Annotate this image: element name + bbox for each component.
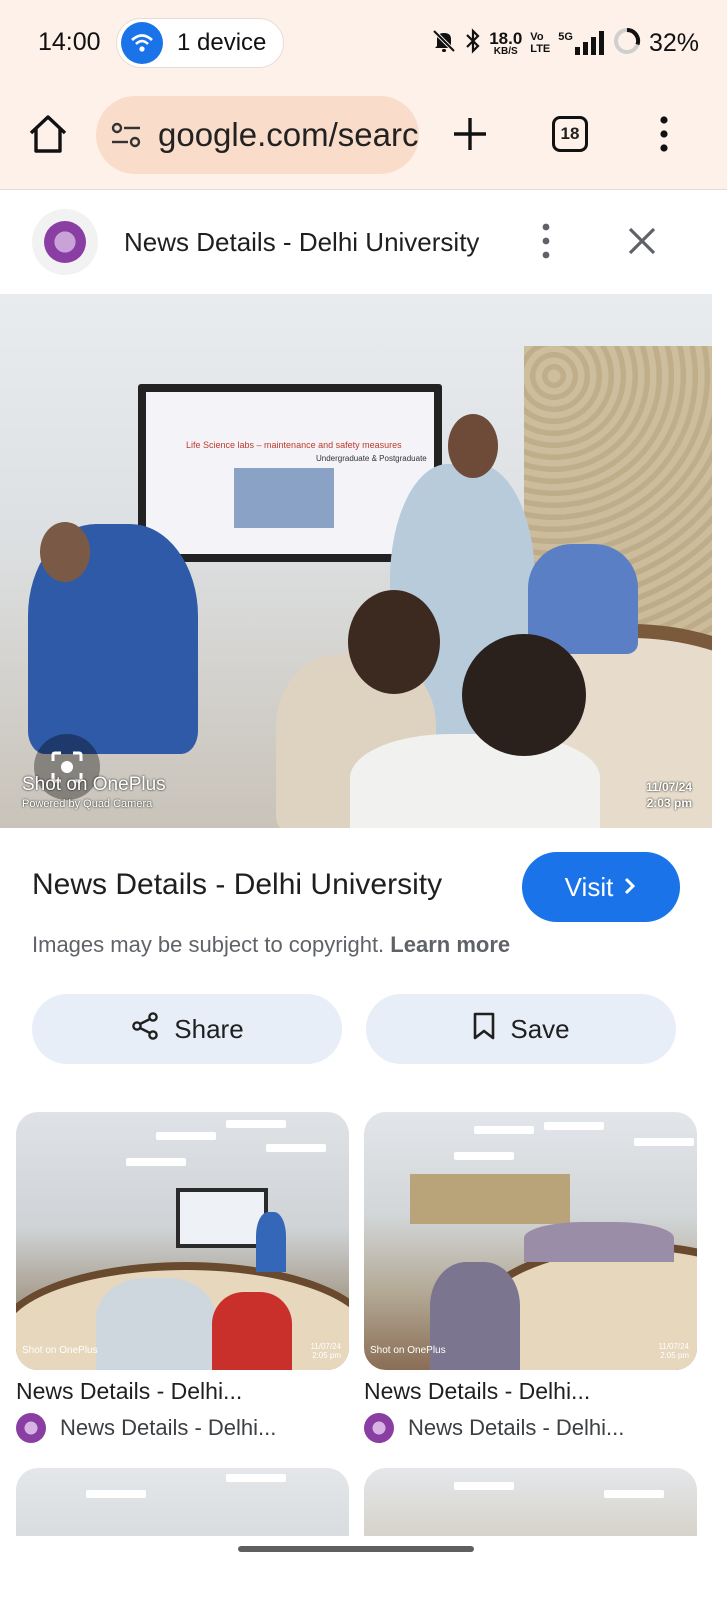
share-label: Share <box>174 1013 244 1044</box>
wifi-icon <box>121 22 163 64</box>
thumb-timestamp: 11/07/24 2:05 pm <box>310 1342 341 1360</box>
visit-button[interactable]: Visit <box>522 852 680 922</box>
share-button[interactable]: Share <box>32 994 342 1064</box>
gesture-nav-handle[interactable] <box>238 1546 474 1552</box>
tab-switcher-button[interactable]: 18 <box>552 116 588 152</box>
related-image-4[interactable] <box>364 1468 697 1538</box>
slide-photo <box>234 468 334 528</box>
related-source-1[interactable]: News Details - Delhi... <box>16 1412 276 1444</box>
status-icons: 18.0 KB/S Vo LTE 5G 32% <box>431 20 699 66</box>
photo-timestamp: 11/07/24 2:03 pm <box>645 780 692 810</box>
learn-more-link[interactable]: Learn more <box>390 932 510 957</box>
more-options-icon[interactable] <box>534 221 558 261</box>
site-favicon <box>16 1413 46 1443</box>
camera-watermark: Shot on OnePlus Powered by Quad Camera <box>22 774 166 810</box>
related-source-2[interactable]: News Details - Delhi... <box>364 1412 624 1444</box>
copyright-notice: Images may be subject to copyright. Lear… <box>32 932 511 957</box>
device-count-label: 1 device <box>177 29 267 56</box>
person-foreground-2-head <box>462 634 586 756</box>
save-button[interactable]: Save <box>366 994 676 1064</box>
volte-indicator: Vo LTE <box>530 30 551 55</box>
connected-device-pill[interactable]: 1 device <box>116 18 284 68</box>
thumb-screen <box>176 1188 268 1248</box>
page-title[interactable]: News Details - Delhi University <box>124 227 484 258</box>
site-settings-icon[interactable] <box>110 120 142 150</box>
related-source-label: News Details - Delhi... <box>408 1415 625 1440</box>
signal-5g-icon: 5G <box>558 31 605 55</box>
thumb-watermark: Shot on OnePlus <box>22 1345 98 1356</box>
related-image-1[interactable]: Shot on OnePlus 11/07/24 2:05 pm <box>16 1112 349 1370</box>
thumb-person <box>524 1222 674 1262</box>
related-title-1[interactable]: News Details - Delhi... <box>16 1378 242 1405</box>
site-favicon <box>364 1413 394 1443</box>
related-image-2[interactable]: Shot on OnePlus 11/07/24 2:05 pm <box>364 1112 697 1370</box>
image-viewer-header: News Details - Delhi University <box>0 191 727 294</box>
person-foreground-1-head <box>348 590 440 694</box>
related-title-2[interactable]: News Details - Delhi... <box>364 1378 590 1405</box>
status-bar: 14:00 1 device 18.0 KB/S Vo LTE 5G 32% <box>0 0 727 88</box>
person-standing-head <box>448 414 498 478</box>
related-source-label: News Details - Delhi... <box>60 1415 277 1440</box>
status-time: 14:00 <box>38 28 101 56</box>
url-text: google.com/search <box>158 116 419 153</box>
battery-percent: 32% <box>648 28 699 57</box>
bluetooth-icon <box>465 27 481 59</box>
save-label: Save <box>510 1013 570 1044</box>
thumb-watermark: Shot on OnePlus <box>370 1345 446 1356</box>
thumb-person <box>212 1292 292 1370</box>
chevron-right-icon <box>623 872 637 903</box>
main-image[interactable]: Life Science labs – maintenance and safe… <box>0 294 712 828</box>
share-icon <box>130 1011 160 1048</box>
battery-ring-icon <box>613 27 641 60</box>
thumb-timestamp: 11/07/24 2:05 pm <box>658 1342 689 1360</box>
slide-title: Life Science labs – maintenance and safe… <box>186 440 402 450</box>
result-title: News Details - Delhi University <box>32 868 443 901</box>
person-foreground-2 <box>350 734 600 828</box>
person-seated-left-head <box>40 522 90 582</box>
network-speed: 18.0 KB/S <box>489 28 523 57</box>
browser-toolbar: google.com/search 18 <box>0 88 727 190</box>
slide-subtitle: Undergraduate & Postgraduate <box>316 454 427 463</box>
home-icon[interactable] <box>26 112 70 156</box>
mute-bell-icon <box>431 28 457 59</box>
thumb-wall <box>410 1174 570 1224</box>
close-icon[interactable] <box>622 221 662 261</box>
visit-label: Visit <box>564 871 614 902</box>
site-logo <box>32 209 98 275</box>
url-bar[interactable]: google.com/search <box>96 96 419 174</box>
related-image-3[interactable] <box>16 1468 349 1538</box>
thumb-person <box>96 1278 216 1370</box>
new-tab-icon[interactable] <box>450 114 490 154</box>
thumb-person <box>256 1212 286 1272</box>
more-menu-icon[interactable] <box>652 114 676 154</box>
bookmark-icon <box>472 1011 496 1048</box>
